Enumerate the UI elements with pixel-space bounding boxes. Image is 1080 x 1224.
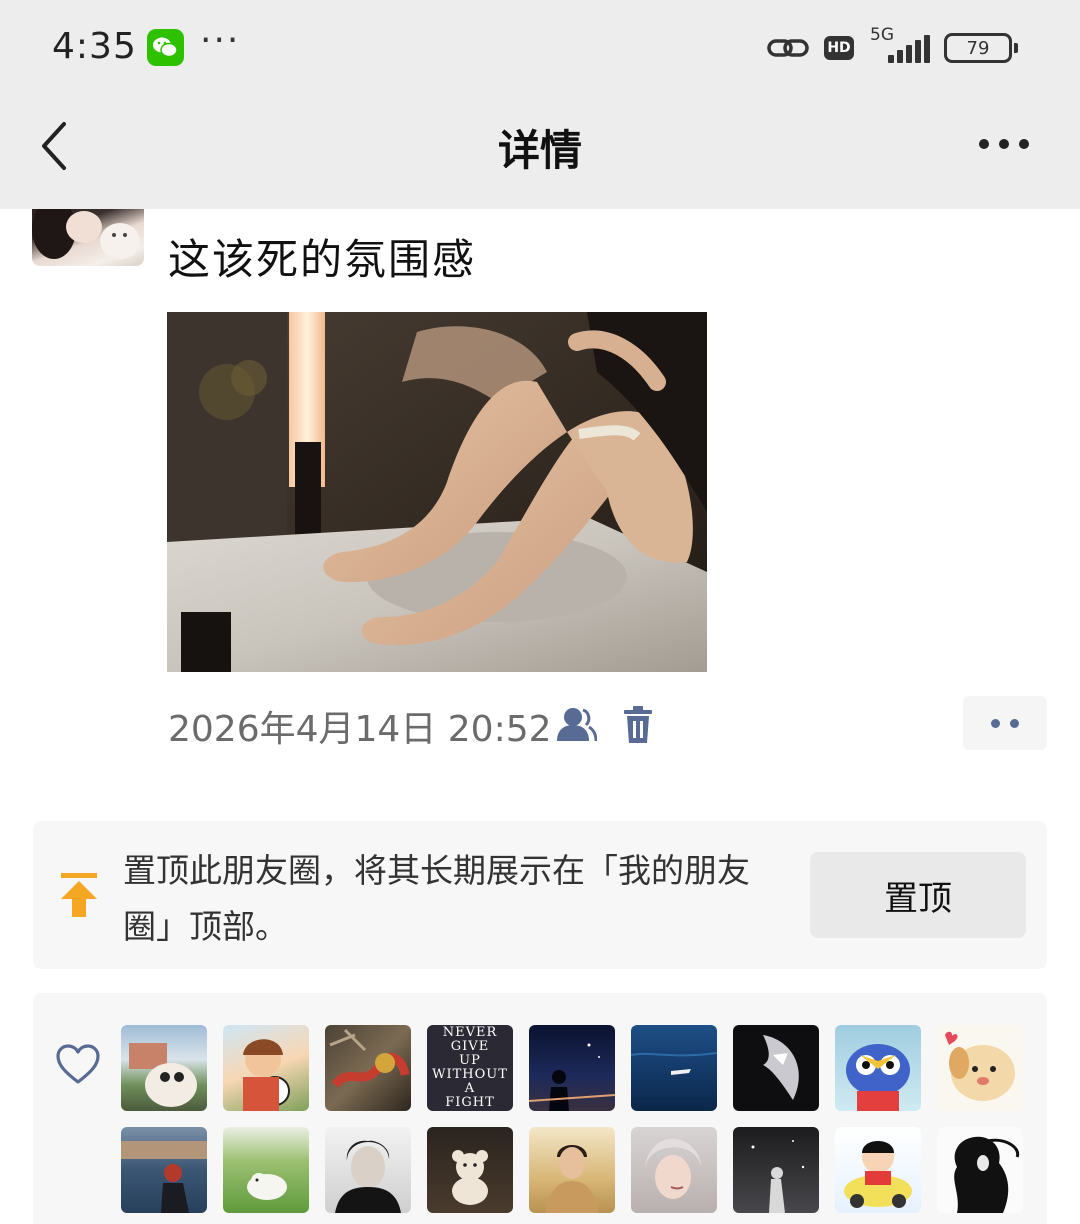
liker-avatar[interactable] xyxy=(835,1127,921,1213)
liker-avatar[interactable] xyxy=(121,1127,207,1213)
page-title: 详情 xyxy=(497,126,582,175)
hd-badge: HD xyxy=(824,36,854,60)
liker-avatar[interactable] xyxy=(529,1127,615,1213)
wechat-icon xyxy=(147,29,184,66)
liker-avatar-text: NEVER GIVE UP WITHOUT A FIGHT xyxy=(432,1025,508,1110)
liker-avatar-grid: NEVER GIVE UP WITHOUT A FIGHT xyxy=(121,1025,1041,1213)
liker-avatar[interactable] xyxy=(733,1025,819,1111)
liker-avatar[interactable]: NEVER GIVE UP WITHOUT A FIGHT xyxy=(427,1025,513,1111)
notification-dots: ··· xyxy=(200,20,241,61)
post-image[interactable] xyxy=(167,312,707,672)
menu-dot xyxy=(1010,718,1019,728)
liker-avatar[interactable] xyxy=(631,1127,717,1213)
liker-avatar[interactable] xyxy=(733,1127,819,1213)
battery-level: 79 xyxy=(966,37,990,59)
pin-description: 置顶此朋友圈，将其长期展示在「我的朋友圈」顶部。 xyxy=(123,851,750,946)
menu-dot xyxy=(991,718,1000,728)
battery-icon: 79 xyxy=(944,33,1018,63)
contacts-visibility-icon[interactable] xyxy=(553,705,598,745)
author-avatar[interactable] xyxy=(32,209,144,266)
likes-section: NEVER GIVE UP WITHOUT A FIGHT xyxy=(33,993,1047,1224)
liker-avatar[interactable] xyxy=(121,1025,207,1111)
liker-avatar[interactable] xyxy=(937,1127,1023,1213)
comment-like-menu-button[interactable] xyxy=(963,696,1047,750)
pin-to-top-icon xyxy=(55,871,103,919)
heart-outline-icon xyxy=(55,1043,101,1085)
liker-avatar[interactable] xyxy=(937,1025,1023,1111)
liker-avatar[interactable] xyxy=(325,1025,411,1111)
link-icon xyxy=(767,39,809,57)
liker-avatar[interactable] xyxy=(325,1127,411,1213)
liker-avatar[interactable] xyxy=(529,1025,615,1111)
trash-icon[interactable] xyxy=(622,705,654,745)
more-options-button[interactable] xyxy=(976,128,1032,160)
pin-to-top-button[interactable]: 置顶 xyxy=(810,852,1026,938)
status-time: 4:35 xyxy=(52,26,137,67)
post-timestamp: 2026年4月14日 20:52 xyxy=(168,709,552,750)
top-bar: 4:35 ··· HD 5G 79 详情 xyxy=(0,0,1080,209)
signal-icon: 5G xyxy=(868,25,930,67)
pin-to-top-card: 置顶此朋友圈，将其长期展示在「我的朋友圈」顶部。 置顶 xyxy=(33,821,1047,969)
more-horizontal-icon xyxy=(979,139,1029,149)
post-text: 这该死的氛围感 xyxy=(168,235,477,284)
liker-avatar[interactable] xyxy=(631,1025,717,1111)
liker-avatar[interactable] xyxy=(835,1025,921,1111)
status-indicators: HD 5G 79 xyxy=(766,25,1018,68)
liker-avatar[interactable] xyxy=(427,1127,513,1213)
liker-avatar[interactable] xyxy=(223,1025,309,1111)
liker-avatar[interactable] xyxy=(223,1127,309,1213)
